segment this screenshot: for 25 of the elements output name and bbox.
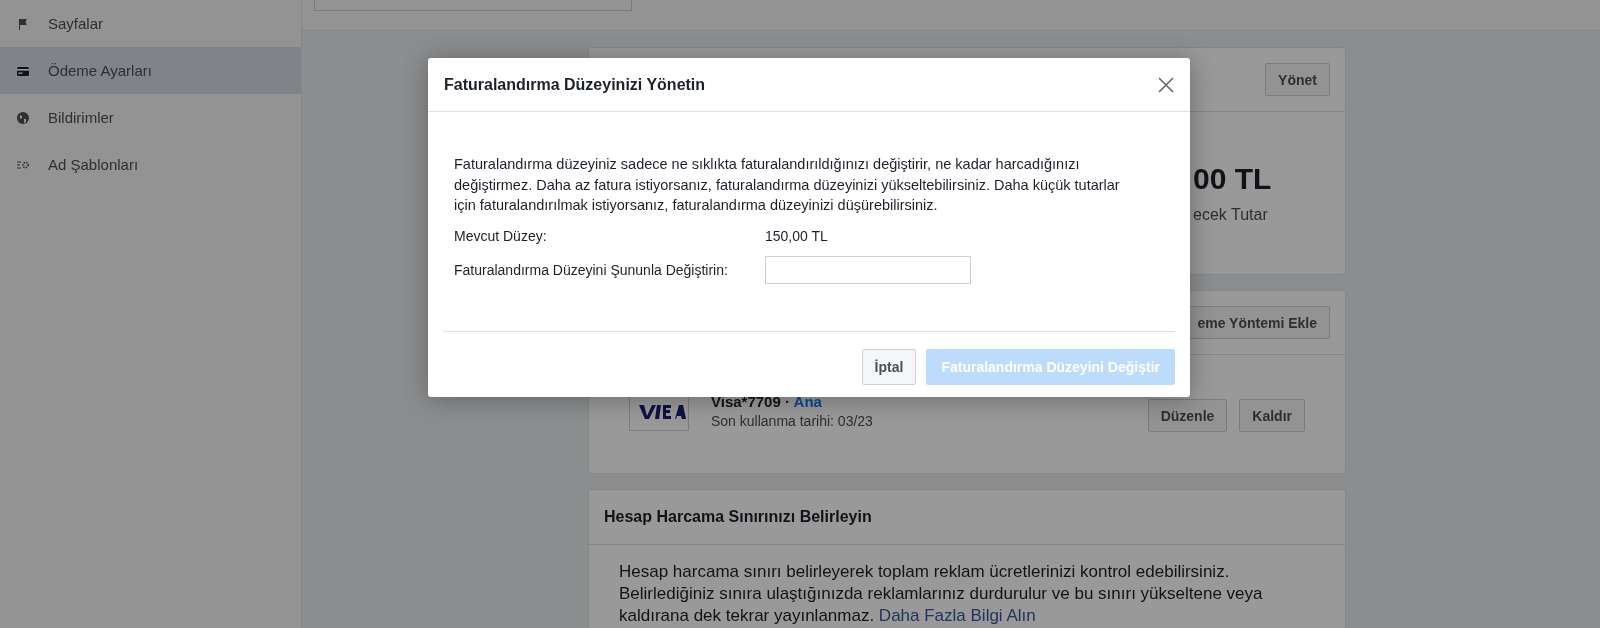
card-title: Hesap Harcama Sınırınızı Belirleyin bbox=[604, 508, 872, 526]
remove-button[interactable]: Kaldır bbox=[1239, 399, 1305, 432]
amount-label: ecek Tutar bbox=[1193, 206, 1269, 224]
learn-more-link[interactable]: Daha Fazla Bilgi Alın bbox=[878, 606, 1036, 625]
amount-text: 00 TL bbox=[1193, 162, 1273, 196]
sidebar-item[interactable]: Ödeme Ayarları bbox=[0, 47, 301, 94]
sidebar-item[interactable]: Ad Şablonları bbox=[0, 141, 301, 188]
field-label: Mevcut Düzey: bbox=[454, 227, 548, 244]
cancel-button[interactable]: İptal bbox=[861, 349, 917, 385]
globe-icon bbox=[16, 110, 30, 125]
current-value: 150,00 TL bbox=[765, 227, 828, 244]
description-text: Faturalandırma düzeyiniz sadece ne sıklıkta faturalandırıldığınızı değiştirir, ne kadar harcadığınızı değiştirmez. Daha az fatura istiyorsanız, faturalandırma düzeyinizi yükseltebilirsiniz. Daha küçük tutarlar için faturalandırılmak istiyorsanız, faturalandırma düzeyinizi düşürebilirsiniz. bbox=[454, 155, 1121, 215]
close-icon[interactable] bbox=[1158, 76, 1174, 93]
card-name: Visa*7709 · Ana bbox=[711, 393, 823, 410]
description-text: Hesap harcama sınırı belirleyerek toplam reklam ücretlerinizi kontrol edebilirsiniz. Belirlediğiniz sınıra ulaştığınızda reklamlarınız durdurulur ve bu sınırı yükseltene veya kaldırana dek tekrar yayınlanmaz. Daha Fazla Bilgi Alın bbox=[619, 561, 1264, 627]
expiry-text: Son kullanma tarihi: 03/23 bbox=[711, 413, 874, 429]
dialog-title: Faturalandırma Düzeyinizi Yönetin bbox=[444, 75, 706, 94]
manage-button[interactable]: Yönet bbox=[1265, 63, 1330, 96]
toolbar-button[interactable] bbox=[314, 0, 632, 11]
edit-button[interactable]: Düzenle bbox=[1147, 399, 1228, 432]
flag-icon bbox=[16, 16, 30, 31]
field-label: Faturalandırma Düzeyini Şununla Değiştirin: bbox=[454, 261, 729, 278]
sidebar-item[interactable]: Sayfalar bbox=[0, 0, 301, 47]
sidebar-item[interactable]: Bildirimler bbox=[0, 94, 301, 141]
input-field[interactable] bbox=[765, 255, 971, 284]
